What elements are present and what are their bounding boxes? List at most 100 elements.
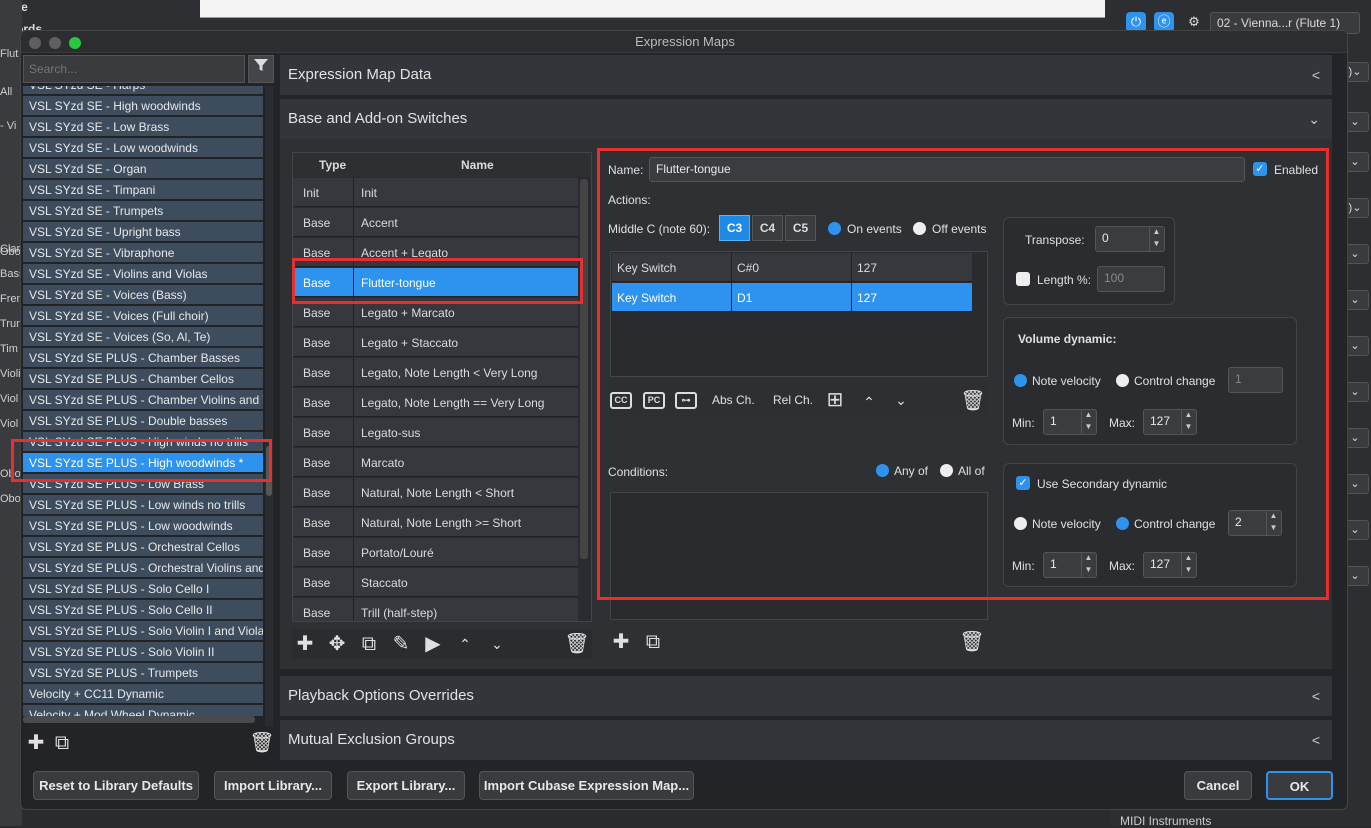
map-list-item[interactable]: VSL SYzd SE PLUS - Solo Cello II <box>23 600 263 620</box>
switch-row[interactable]: Base Portato/Louré <box>293 538 578 567</box>
map-list-item[interactable]: VSL SYzd SE PLUS - Low winds no trills <box>23 495 263 515</box>
section-title: Base and Add-on Switches <box>288 110 468 127</box>
track-fragment: Viol <box>0 393 19 405</box>
column-divider <box>353 208 354 237</box>
zoom-window-button[interactable] <box>69 37 81 49</box>
map-list-item[interactable]: VSL SYzd SE PLUS - Double basses <box>23 411 263 431</box>
switch-row[interactable]: Base Legato + Staccato <box>293 328 578 357</box>
move-up-icon[interactable]: ⌃ <box>452 632 478 656</box>
section-mutual-exclusion[interactable]: Mutual Exclusion Groups < <box>280 720 1332 760</box>
import-library-button[interactable]: Import Library... <box>214 771 332 800</box>
add-map-icon[interactable]: ✚ <box>23 731 49 755</box>
track-fragment: Flut <box>0 48 19 60</box>
switch-type: Base <box>303 396 331 410</box>
col-type-header: Type <box>319 158 347 172</box>
move-down-icon[interactable]: ⌄ <box>484 632 510 656</box>
switch-table-header: Type Name <box>293 153 591 177</box>
map-list-item[interactable]: VSL SYzd SE - Timpani <box>23 180 263 200</box>
map-list-item[interactable]: VSL SYzd SE PLUS - Orchestral Cellos <box>23 537 263 557</box>
add-condition-icon[interactable]: ✚ <box>608 630 634 654</box>
switch-row[interactable]: Base Natural, Note Length < Short <box>293 478 578 507</box>
map-list-item[interactable]: VSL SYzd SE PLUS - Low woodwinds <box>23 516 263 536</box>
list-scrollbar[interactable] <box>265 86 273 726</box>
column-divider <box>353 448 354 477</box>
switch-row[interactable]: Base Legato, Note Length < Very Long <box>293 358 578 387</box>
map-list-item[interactable]: VSL SYzd SE PLUS - Solo Cello I <box>23 579 263 599</box>
switch-row[interactable]: Init Init <box>293 178 578 207</box>
switch-name: Natural, Note Length >= Short <box>361 516 522 530</box>
edit-icon[interactable]: ⓔ <box>1154 12 1174 32</box>
close-window-button[interactable] <box>29 37 41 49</box>
map-list-item[interactable]: VSL SYzd SE - Voices (Bass) <box>23 285 263 305</box>
map-list-item[interactable]: Velocity + Mod Wheel Dynamic <box>23 705 263 716</box>
gear-icon[interactable]: ⚙ <box>1184 12 1204 32</box>
switch-row[interactable]: Base Trill (half-step) <box>293 598 578 621</box>
track-fragment: Clar <box>0 243 21 255</box>
duplicate-condition-icon[interactable]: ⧉ <box>640 630 666 654</box>
duplicate-map-icon[interactable]: ⧉ <box>49 731 75 755</box>
export-library-button[interactable]: Export Library... <box>347 771 465 800</box>
reset-library-button[interactable]: Reset to Library Defaults <box>33 771 199 800</box>
chevron-down-icon[interactable]: ⌄ <box>1308 99 1320 139</box>
map-list-item[interactable]: VSL SYzd SE PLUS - Orchestral Violins an… <box>23 558 263 578</box>
switch-row[interactable]: Base Natural, Note Length >= Short <box>293 508 578 537</box>
map-list-item[interactable]: VSL SYzd SE PLUS - Solo Violin II <box>23 642 263 662</box>
edit-icon[interactable]: ✎ <box>388 632 414 656</box>
map-list-item[interactable]: VSL SYzd SE - Trumpets <box>23 201 263 221</box>
cancel-button[interactable]: Cancel <box>1184 771 1252 800</box>
list-hscrollbar[interactable] <box>23 716 255 723</box>
map-list-item[interactable]: VSL SYzd SE PLUS - Chamber Cellos <box>23 369 263 389</box>
column-divider <box>353 178 354 207</box>
switch-scrollbar[interactable] <box>580 179 588 559</box>
add-switch-icon[interactable]: ✚ <box>292 632 318 656</box>
play-icon[interactable]: ▶ <box>420 632 446 656</box>
switch-name: Natural, Note Length < Short <box>361 486 515 500</box>
map-list-item[interactable]: VSL SYzd SE PLUS - Trumpets <box>23 663 263 683</box>
chevron-left-icon[interactable]: < <box>1312 55 1320 95</box>
switch-name: Legato + Staccato <box>361 336 459 350</box>
section-expression-map-data[interactable]: Expression Map Data < <box>280 55 1332 95</box>
map-list-item[interactable]: VSL SYzd SE - Voices (So, Al, Te) <box>23 327 263 347</box>
map-list-item[interactable]: VSL SYzd SE - Vibraphone <box>23 243 263 263</box>
expression-map-list[interactable]: VSL SYzd SE - HarpsVSL SYzd SE - High wo… <box>23 86 263 716</box>
map-list-item[interactable]: Velocity + CC11 Dynamic <box>23 684 263 704</box>
switch-row[interactable]: Base Legato-sus <box>293 418 578 447</box>
map-list-item[interactable]: VSL SYzd SE - Voices (Full choir) <box>23 306 263 326</box>
switch-name: Legato-sus <box>361 426 421 440</box>
import-cubase-button[interactable]: Import Cubase Expression Map... <box>479 771 694 800</box>
minimize-window-button[interactable] <box>49 37 61 49</box>
switch-row[interactable]: Base Accent <box>293 208 578 237</box>
duplicate-switch-icon[interactable]: ⧉ <box>356 632 382 656</box>
ok-button[interactable]: OK <box>1266 771 1333 800</box>
chevron-left-icon[interactable]: < <box>1312 676 1320 716</box>
search-input[interactable] <box>23 55 245 83</box>
track-fragment: Violi <box>0 368 21 380</box>
chevron-left-icon[interactable]: < <box>1312 720 1320 760</box>
map-list-item[interactable]: VSL SYzd SE - Low Brass <box>23 117 263 137</box>
trash-icon[interactable]: 🗑 <box>564 632 590 656</box>
switch-row[interactable]: Base Legato, Note Length == Very Long <box>293 388 578 417</box>
map-list-item[interactable]: VSL SYzd SE - Organ <box>23 159 263 179</box>
trash-icon[interactable]: 🗑 <box>959 630 985 654</box>
trash-icon[interactable]: 🗑 <box>249 731 275 755</box>
map-list-item[interactable]: VSL SYzd SE - Low woodwinds <box>23 138 263 158</box>
map-list-item[interactable]: VSL SYzd SE - Harps <box>23 86 263 95</box>
map-list-item[interactable]: VSL SYzd SE PLUS - Solo Violin I and Vio… <box>23 621 263 641</box>
switch-table[interactable]: Type Name Init Init Base Accent Base Accent +… <box>292 152 592 622</box>
map-list-item[interactable]: VSL SYzd SE - Upright bass <box>23 222 263 242</box>
switch-row[interactable]: Base Marcato <box>293 448 578 477</box>
section-playback-overrides[interactable]: Playback Options Overrides < <box>280 676 1332 716</box>
map-list-item[interactable]: VSL SYzd SE - Violins and Violas <box>23 264 263 284</box>
column-divider <box>353 538 354 567</box>
add-addon-icon[interactable]: ✥ <box>324 632 350 656</box>
switch-name: Portato/Louré <box>361 546 434 560</box>
map-list-item[interactable]: VSL SYzd SE - High woodwinds <box>23 96 263 116</box>
section-base-addon[interactable]: Base and Add-on Switches ⌄ <box>280 99 1332 139</box>
map-list-item[interactable]: VSL SYzd SE PLUS - Chamber Violins and V… <box>23 390 263 410</box>
switch-toolbar: ✚ ✥ ⧉ ✎ ▶ ⌃ ⌄ 🗑 <box>292 629 592 659</box>
switch-row[interactable]: Base Staccato <box>293 568 578 597</box>
filter-icon[interactable] <box>248 55 274 83</box>
column-divider <box>353 478 354 507</box>
map-list-item[interactable]: VSL SYzd SE PLUS - Chamber Basses <box>23 348 263 368</box>
power-icon[interactable]: ⏻ <box>1126 12 1146 32</box>
